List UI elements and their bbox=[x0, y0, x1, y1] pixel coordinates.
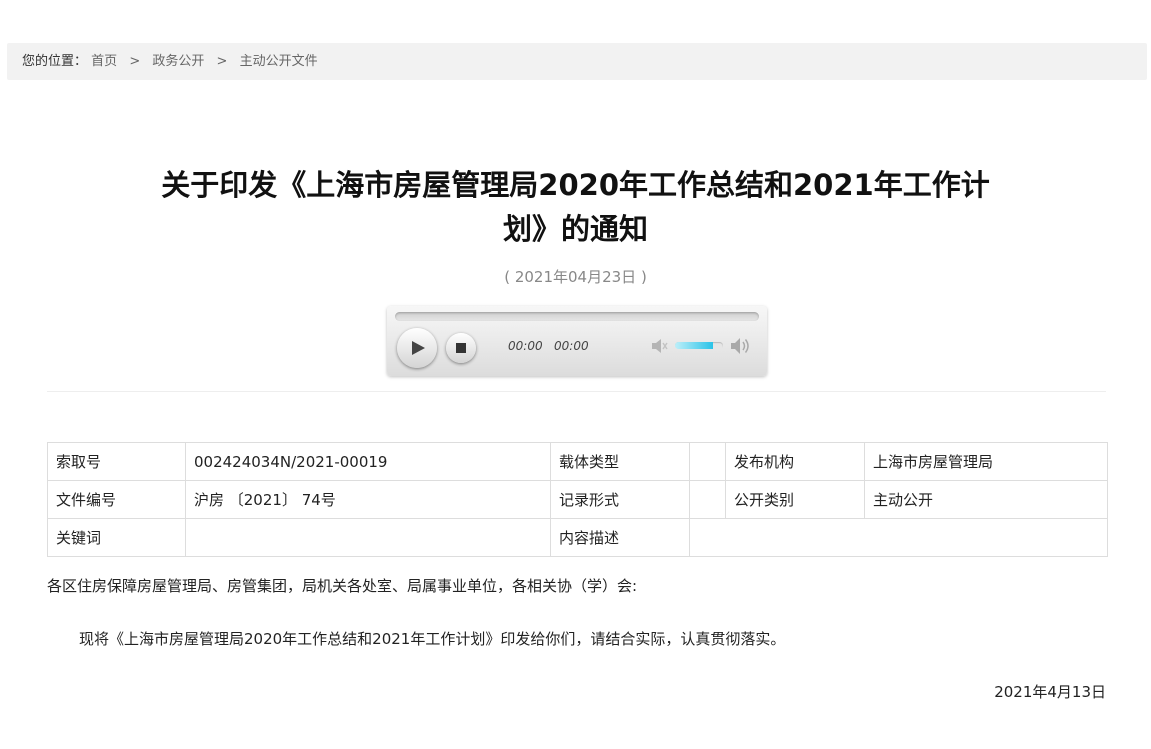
content-description-value bbox=[689, 518, 1108, 557]
table-row: 索取号 002424034N/2021-00019 载体类型 发布机构 上海市房… bbox=[47, 442, 1108, 481]
volume-slider[interactable] bbox=[675, 342, 723, 349]
document-number-label: 文件编号 bbox=[47, 480, 186, 519]
article-title-line2: 划》的通知 bbox=[502, 212, 648, 246]
play-icon[interactable] bbox=[397, 328, 437, 368]
speaker-mute-icon[interactable] bbox=[651, 338, 669, 354]
document-meta-table: 索取号 002424034N/2021-00019 载体类型 发布机构 上海市房… bbox=[47, 442, 1108, 557]
breadcrumb-gov-affairs-link[interactable]: 政务公开 bbox=[152, 54, 204, 69]
article-title: 关于印发《上海市房屋管理局2020年工作总结和2021年工作计 划》的通知 bbox=[140, 163, 1011, 251]
content-description-label: 内容描述 bbox=[550, 518, 690, 557]
article-title-line1: 关于印发《上海市房屋管理局2020年工作总结和2021年工作计 bbox=[161, 168, 990, 202]
audio-progress-bar[interactable] bbox=[395, 312, 759, 321]
record-form-value bbox=[689, 480, 726, 519]
breadcrumb-separator: > bbox=[129, 54, 141, 69]
breadcrumb-home-link[interactable]: 首页 bbox=[91, 54, 117, 69]
publisher-value: 上海市房屋管理局 bbox=[864, 442, 1108, 481]
index-number-label: 索取号 bbox=[47, 442, 186, 481]
current-time: 00:00 bbox=[508, 339, 543, 353]
stop-icon[interactable] bbox=[446, 333, 476, 363]
breadcrumb-active-disclosure-link[interactable]: 主动公开文件 bbox=[240, 54, 318, 69]
addressee-line: 各区住房保障房屋管理局、房管集团，局机关各处室、局属事业单位，各相关协（学）会: bbox=[47, 577, 638, 595]
publisher-label: 发布机构 bbox=[725, 442, 865, 481]
carrier-type-value bbox=[689, 442, 726, 481]
breadcrumb-label: 您的位置： bbox=[22, 54, 88, 69]
carrier-type-label: 载体类型 bbox=[550, 442, 690, 481]
record-form-label: 记录形式 bbox=[550, 480, 690, 519]
keywords-value bbox=[185, 518, 551, 557]
publish-date: ( 2021年04月23日 ) bbox=[504, 268, 647, 286]
table-row: 关键词 内容描述 bbox=[47, 518, 1108, 557]
disclosure-category-label: 公开类别 bbox=[725, 480, 865, 519]
index-number-value: 002424034N/2021-00019 bbox=[185, 442, 551, 481]
audio-player: 00:00 00:00 bbox=[387, 306, 767, 376]
disclosure-category-value: 主动公开 bbox=[864, 480, 1108, 519]
body-paragraph: 现将《上海市房屋管理局2020年工作总结和2021年工作计划》印发给你们，请结合… bbox=[79, 630, 786, 648]
duration-time: 00:00 bbox=[554, 339, 589, 353]
table-row: 文件编号 沪房 〔2021〕 74号 记录形式 公开类别 主动公开 bbox=[47, 480, 1108, 519]
breadcrumb-separator: > bbox=[216, 54, 228, 69]
speaker-max-icon[interactable] bbox=[730, 336, 752, 356]
volume-level-fill bbox=[675, 342, 714, 349]
divider bbox=[47, 391, 1106, 392]
keywords-label: 关键词 bbox=[47, 518, 186, 557]
breadcrumb: 您的位置： 首页 > 政务公开 > 主动公开文件 bbox=[7, 43, 1147, 80]
document-number-value: 沪房 〔2021〕 74号 bbox=[185, 480, 551, 519]
sign-date: 2021年4月13日 bbox=[994, 683, 1106, 701]
